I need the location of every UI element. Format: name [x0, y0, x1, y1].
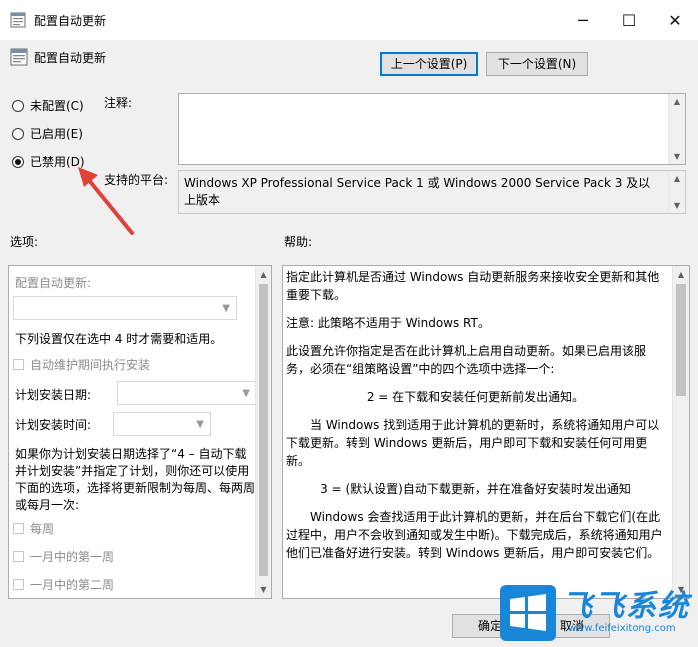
weekly-checkbox-row[interactable]: 每周 [13, 520, 54, 537]
close-button[interactable]: ✕ [652, 0, 698, 40]
platform-text: Windows XP Professional Service Pack 1 或… [184, 176, 651, 207]
checkbox[interactable] [13, 579, 24, 590]
scroll-down-icon[interactable]: ▼ [669, 152, 685, 161]
window-title: 配置自动更新 [34, 14, 107, 28]
options-paragraph: 如果你为计划安装日期选择了“4 – 自动下载并计划安装”并指定了计划，则你还可以… [15, 447, 256, 512]
schedule-time-label: 计划安装时间: [15, 418, 92, 432]
radio-circle[interactable] [12, 155, 24, 168]
checkbox-label: 一月中的第一周 [30, 550, 115, 564]
help-paragraph: 此设置允许你指定是否在此计算机上启用自动更新。如果已启用该服务，必须在“组策略设… [286, 344, 647, 376]
checkbox-label: 一月中的第二周 [30, 578, 115, 592]
options-label: 选项: [10, 235, 39, 249]
schedule-time-combo[interactable]: ▼ [113, 412, 211, 436]
radio-label: 未配置(C) [30, 99, 84, 113]
windows-logo-icon [500, 585, 556, 641]
minimize-button[interactable]: ─ [560, 0, 606, 40]
scroll-thumb[interactable] [259, 284, 268, 576]
radio-label: 已启用(E) [30, 127, 83, 141]
help-panel: 指定此计算机是否通过 Windows 自动更新服务来接收安全更新和其他重要下载。… [282, 265, 690, 599]
checkbox-label: 每周 [30, 522, 55, 536]
schedule-day-combo[interactable]: ▼ [117, 381, 257, 405]
checkbox[interactable] [13, 551, 24, 562]
radio-circle[interactable] [12, 99, 24, 112]
policy-name: 配置自动更新 [34, 51, 107, 65]
scroll-up-icon[interactable]: ▲ [669, 97, 685, 106]
comment-label: 注释: [104, 96, 133, 110]
platform-box: Windows XP Professional Service Pack 1 或… [178, 170, 686, 214]
help-paragraph: Windows 会查找适用于此计算机的更新，并在后台下载它们(在此过程中，用户不… [286, 510, 663, 560]
options-note: 下列设置仅在选中 4 时才需要和适用。 [15, 332, 223, 346]
auto-update-combo[interactable]: ▼ [13, 296, 237, 320]
platform-scrollbar[interactable]: ▲ ▼ [668, 171, 685, 213]
radio-not-configured[interactable]: 未配置(C) [12, 97, 84, 114]
watermark: 飞飞系统 www.feifeixitong.com [498, 579, 698, 647]
help-paragraph: 当 Windows 找到适用于此计算机的更新时，系统将通知用户可以下载更新。转到… [286, 418, 660, 468]
checkbox-label: 自动维护期间执行安装 [30, 358, 151, 372]
chevron-down-icon: ▼ [196, 419, 204, 430]
scroll-thumb[interactable] [676, 284, 686, 396]
next-setting-button[interactable]: 下一个设置(N) [486, 52, 588, 76]
watermark-brand: 飞飞系统 [562, 589, 690, 624]
policy-icon [10, 48, 28, 66]
radio-enabled[interactable]: 已启用(E) [12, 125, 83, 142]
help-paragraph: 3 = (默认设置)自动下载更新，并在准备好安装时发出通知 [320, 482, 631, 496]
scroll-up-icon[interactable]: ▲ [673, 270, 689, 279]
watermark-url: www.feifeixitong.com [568, 623, 676, 634]
second-week-checkbox-row[interactable]: 一月中的第二周 [13, 576, 114, 593]
options-panel: 配置自动更新: ▼ 下列设置仅在选中 4 时才需要和适用。 自动维护期间执行安装… [8, 265, 272, 599]
first-week-checkbox-row[interactable]: 一月中的第一周 [13, 548, 114, 565]
platform-label: 支持的平台: [104, 173, 169, 187]
schedule-day-label: 计划安装日期: [15, 388, 92, 402]
comment-scrollbar[interactable]: ▲ ▼ [668, 94, 685, 164]
scroll-up-icon[interactable]: ▲ [256, 270, 271, 279]
checkbox[interactable] [13, 523, 24, 534]
scroll-up-icon[interactable]: ▲ [669, 174, 685, 183]
help-paragraph: 注意: 此策略不适用于 Windows RT。 [286, 316, 490, 330]
scroll-down-icon[interactable]: ▼ [669, 201, 685, 210]
comment-textbox[interactable]: ▲ ▼ [178, 93, 686, 165]
radio-circle[interactable] [12, 127, 24, 140]
help-paragraph: 2 = 在下载和安装任何更新前发出通知。 [366, 390, 585, 404]
help-paragraph: 指定此计算机是否通过 Windows 自动更新服务来接收安全更新和其他重要下载。 [286, 270, 660, 302]
options-scrollbar[interactable]: ▲ ▼ [255, 266, 271, 598]
chevron-down-icon: ▼ [242, 388, 250, 399]
chevron-down-icon: ▼ [222, 303, 230, 314]
maintenance-checkbox-row[interactable]: 自动维护期间执行安装 [13, 356, 150, 373]
scroll-down-icon[interactable]: ▼ [256, 585, 271, 594]
maximize-button[interactable]: ☐ [606, 0, 652, 40]
help-label: 帮助: [284, 235, 313, 249]
prev-setting-button[interactable]: 上一个设置(P) [380, 52, 478, 76]
policy-icon [10, 12, 26, 28]
auto-update-label: 配置自动更新: [15, 276, 92, 290]
help-scrollbar[interactable]: ▲ ▼ [672, 266, 689, 598]
checkbox[interactable] [13, 359, 24, 370]
